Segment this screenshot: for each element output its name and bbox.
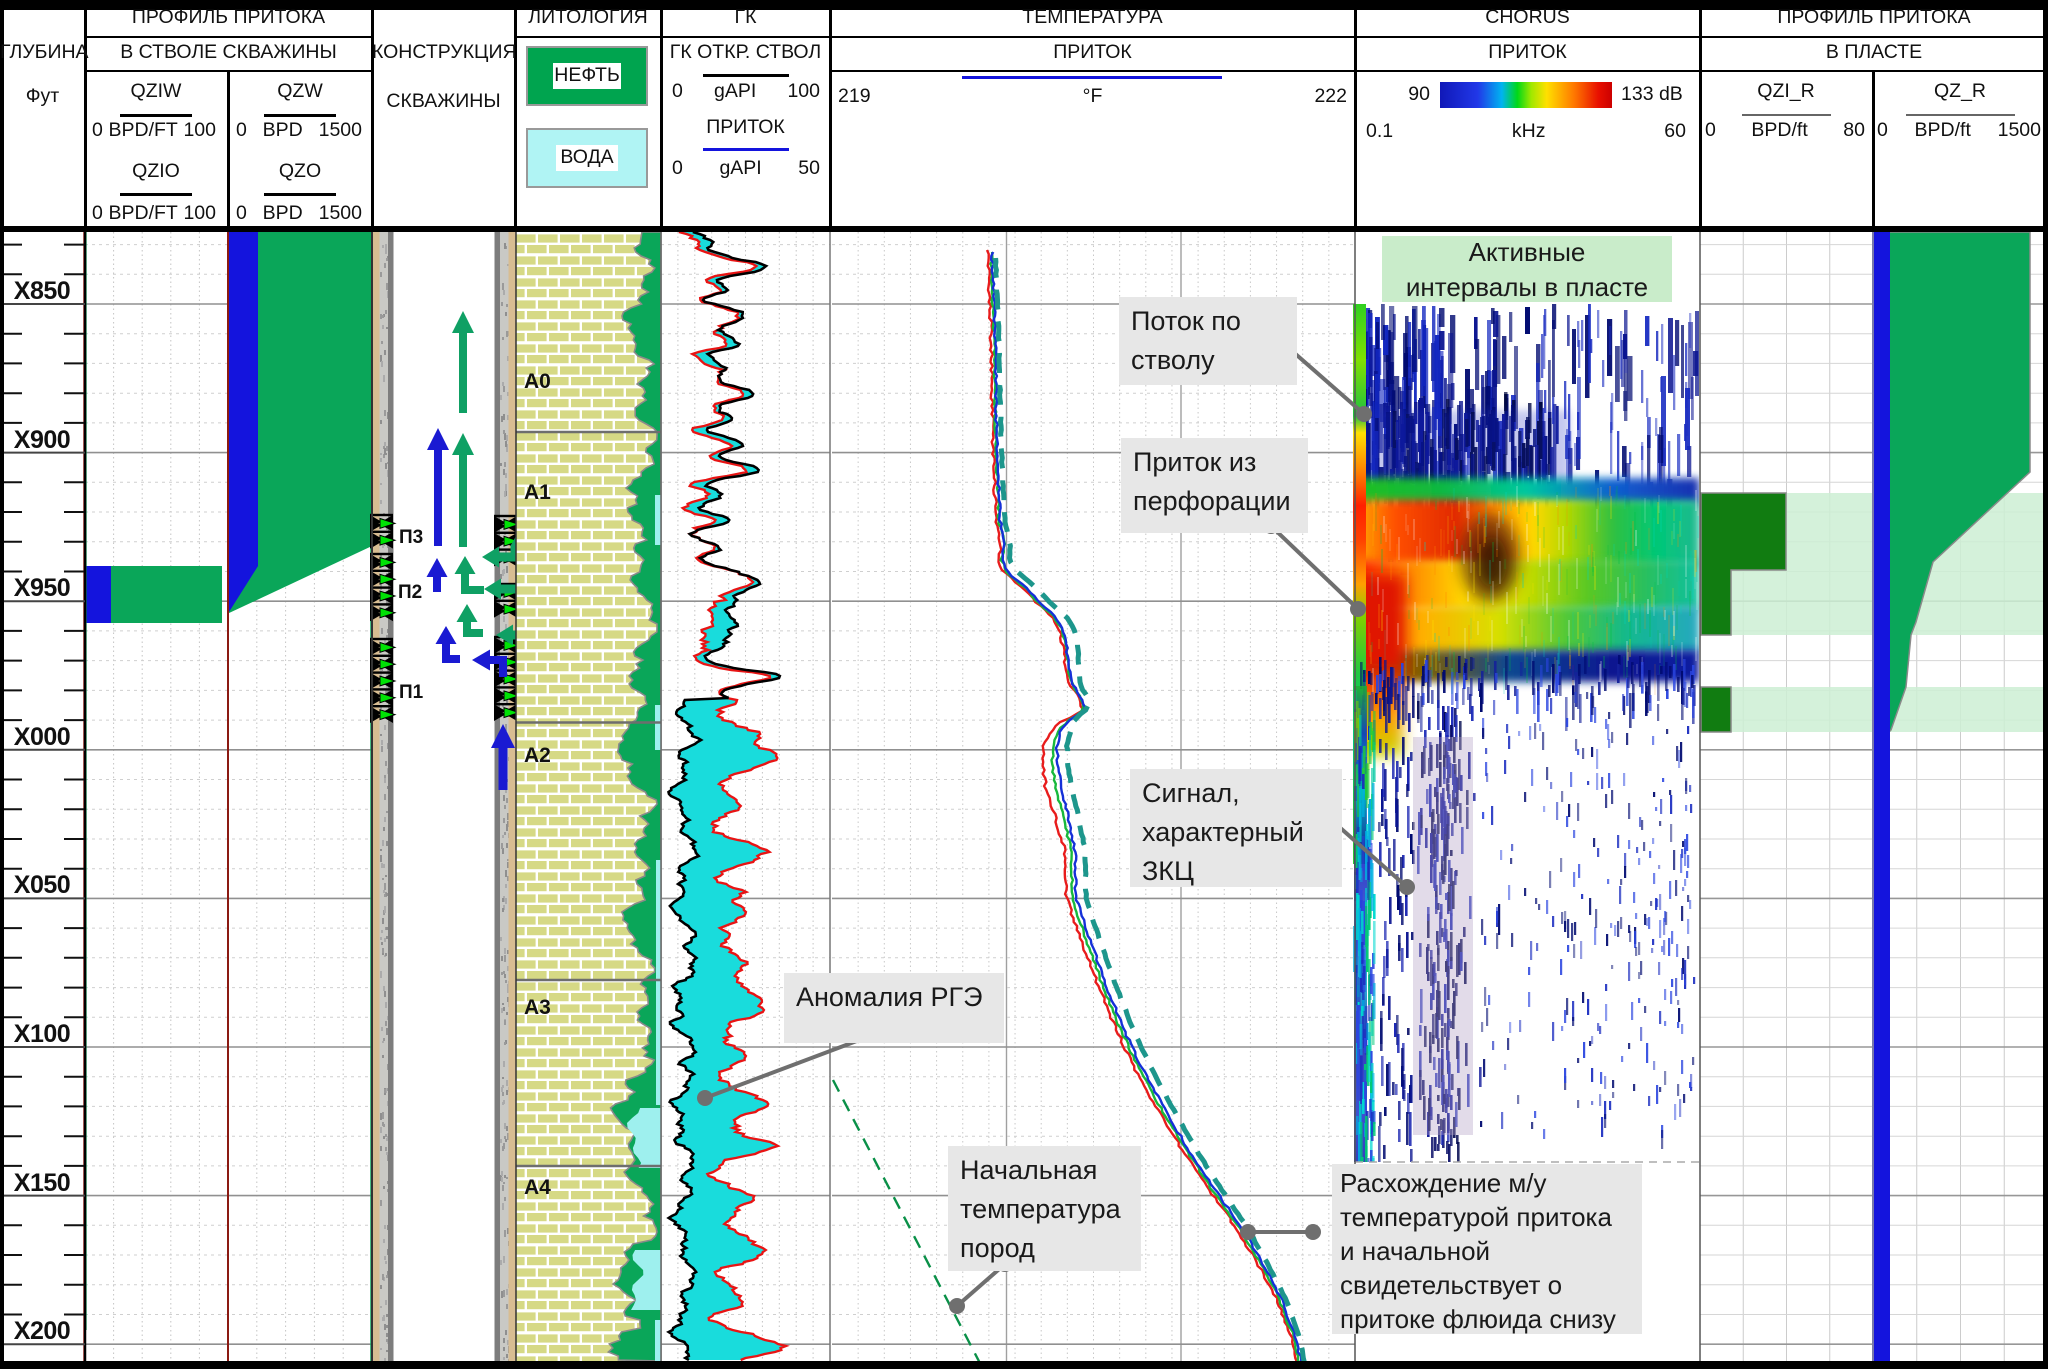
svg-text:П3: П3 xyxy=(399,527,423,548)
svg-text:X950: X950 xyxy=(14,574,70,602)
svg-text:характерный: характерный xyxy=(1142,817,1304,847)
svg-text:Расхождение м/у: Расхождение м/у xyxy=(1340,1168,1547,1198)
svg-text:Аномалия РГЭ: Аномалия РГЭ xyxy=(796,982,983,1012)
svg-text:Поток по: Поток по xyxy=(1131,306,1241,336)
svg-text:Сигнал,: Сигнал, xyxy=(1142,778,1240,808)
svg-text:и начальной: и начальной xyxy=(1340,1236,1490,1266)
svg-text:Активные: Активные xyxy=(1469,237,1586,267)
svg-text:A3: A3 xyxy=(524,996,551,1019)
svg-text:X200: X200 xyxy=(14,1317,70,1345)
svg-text:П1: П1 xyxy=(399,682,424,703)
svg-text:X850: X850 xyxy=(14,277,70,305)
svg-text:X000: X000 xyxy=(14,723,70,751)
svg-text:П2: П2 xyxy=(398,582,422,603)
svg-text:X100: X100 xyxy=(14,1020,70,1048)
svg-text:A2: A2 xyxy=(524,744,551,767)
svg-text:A0: A0 xyxy=(524,370,551,393)
svg-text:температурой притока: температурой притока xyxy=(1340,1202,1612,1232)
svg-text:температура: температура xyxy=(960,1194,1122,1224)
svg-text:Приток из: Приток из xyxy=(1133,447,1256,477)
svg-text:перфорации: перфорации xyxy=(1133,486,1291,516)
svg-text:интервалы в пласте: интервалы в пласте xyxy=(1406,272,1648,302)
svg-text:Начальная: Начальная xyxy=(960,1155,1097,1185)
svg-text:X050: X050 xyxy=(14,871,70,899)
svg-text:ЗКЦ: ЗКЦ xyxy=(1142,856,1194,886)
svg-text:X900: X900 xyxy=(14,426,70,454)
svg-text:притоке флюида снизу: притоке флюида снизу xyxy=(1340,1304,1616,1334)
svg-text:X150: X150 xyxy=(14,1169,70,1197)
svg-text:свидетельствует о: свидетельствует о xyxy=(1340,1270,1562,1300)
svg-text:пород: пород xyxy=(960,1233,1035,1263)
svg-text:A4: A4 xyxy=(524,1176,551,1199)
svg-text:стволу: стволу xyxy=(1131,345,1215,375)
svg-text:A1: A1 xyxy=(524,481,551,504)
